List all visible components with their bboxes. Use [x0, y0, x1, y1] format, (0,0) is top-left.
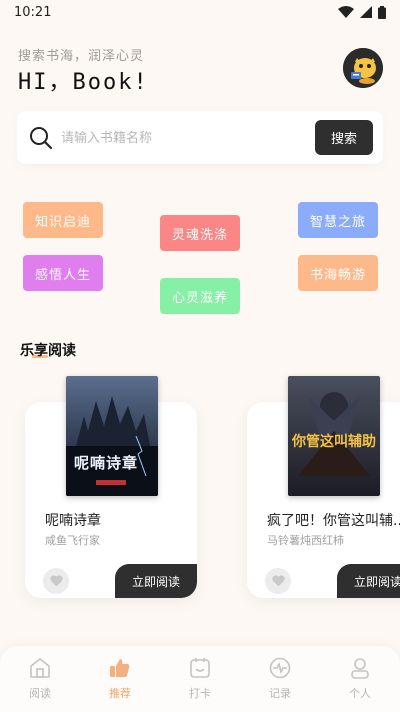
tab-record[interactable]: 记录	[250, 656, 310, 706]
like-button[interactable]	[265, 568, 291, 594]
book-author: 马铃薯炖西红柿	[267, 534, 344, 547]
tab-label: 个人	[349, 687, 371, 700]
tab-label: 推荐	[109, 687, 131, 700]
tag-soul[interactable]: 灵魂洗涤	[160, 215, 240, 251]
tag-book-sea[interactable]: 书海畅游	[298, 255, 378, 291]
thumbs-up-icon	[110, 659, 130, 677]
tag-life[interactable]: 感悟人生	[23, 255, 103, 291]
search-icon	[30, 127, 53, 150]
book-title: 疯了吧！你管这叫辅...	[267, 513, 400, 529]
pulse-icon	[269, 657, 291, 679]
status-icons	[338, 5, 386, 19]
section-title: 乐享阅读	[20, 343, 76, 359]
checkin-icon	[190, 658, 210, 678]
read-now-button[interactable]: 立即阅读	[337, 564, 400, 598]
heart-icon	[49, 575, 63, 587]
tab-profile[interactable]: 个人	[330, 656, 390, 706]
home-icon	[30, 658, 50, 678]
avatar-illustration	[343, 48, 383, 88]
heart-icon	[271, 575, 285, 587]
book-author: 咸鱼飞行家	[45, 534, 100, 547]
search-button[interactable]: 搜索	[315, 120, 373, 155]
header-subtitle: 搜索书海，润泽心灵	[18, 49, 145, 64]
avatar[interactable]	[343, 48, 383, 88]
bottom-tab-bar: 阅读 推荐 打卡 记录 个人	[0, 646, 400, 712]
status-time: 10:21	[14, 4, 52, 20]
book-cover-title: 你管这叫辅助	[292, 434, 376, 450]
tag-knowledge[interactable]: 知识启迪	[23, 202, 103, 238]
book-title: 呢喃诗章	[45, 513, 101, 529]
like-button[interactable]	[43, 568, 69, 594]
battery-icon	[378, 5, 386, 19]
book-cover-title: 呢喃诗章	[74, 454, 139, 472]
tab-label: 打卡	[189, 687, 211, 700]
tag-wisdom[interactable]: 智慧之旅	[298, 202, 378, 238]
tab-checkin[interactable]: 打卡	[170, 656, 230, 706]
tab-label: 记录	[269, 687, 291, 700]
book-cover-art	[66, 376, 158, 496]
tab-recommend[interactable]: 推荐	[90, 656, 150, 706]
greeting-title: HI，Book!	[18, 70, 149, 95]
book-cover[interactable]: 你管这叫辅助	[288, 376, 380, 496]
search-input[interactable]	[61, 125, 311, 151]
tab-read[interactable]: 阅读	[10, 656, 70, 706]
signal-icon	[360, 6, 372, 18]
read-now-button[interactable]: 立即阅读	[115, 564, 197, 598]
wifi-icon	[338, 6, 354, 18]
person-icon	[351, 658, 369, 679]
tab-label: 阅读	[29, 687, 51, 700]
search-bar: 搜索	[17, 111, 383, 164]
tag-mind[interactable]: 心灵滋养	[160, 278, 240, 314]
status-bar: 10:21	[0, 0, 400, 24]
book-cover[interactable]: 呢喃诗章	[66, 376, 158, 496]
